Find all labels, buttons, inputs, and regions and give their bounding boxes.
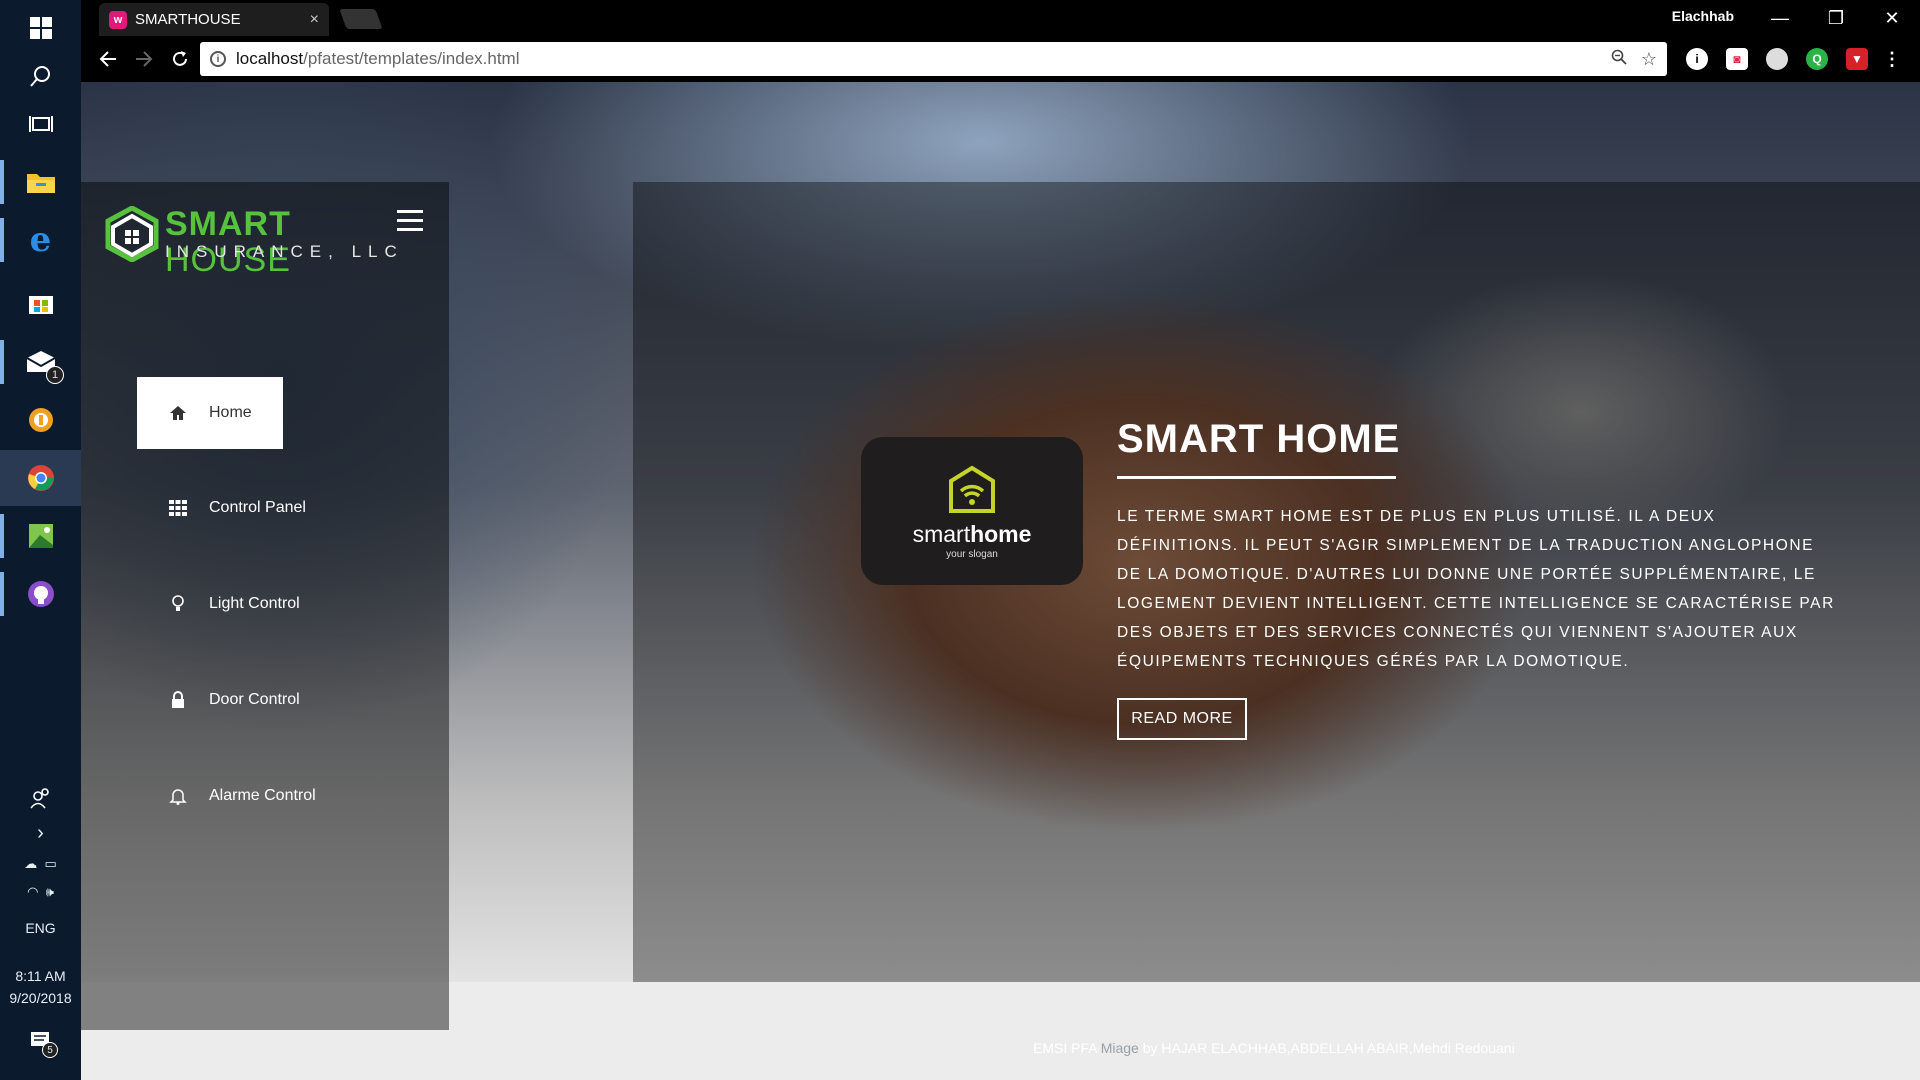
card-brand-smart: smart: [912, 521, 971, 547]
nav-label: Light Control: [209, 595, 300, 612]
extension-info-icon[interactable]: i: [1686, 48, 1708, 70]
wifi-icon[interactable]: ◠: [27, 884, 38, 899]
minimize-button[interactable]: —: [1752, 0, 1808, 36]
nav-item-home[interactable]: Home: [137, 377, 283, 449]
brave-browser-icon[interactable]: [0, 392, 81, 448]
close-window-button[interactable]: ✕: [1864, 0, 1920, 36]
shield-extension-icon[interactable]: ▼: [1846, 48, 1868, 70]
volume-icon[interactable]: 🕪: [46, 884, 54, 899]
grid-icon: [169, 499, 187, 517]
browser-titlebar: w SMARTHOUSE × Elachhab — ❐ ✕: [81, 0, 1920, 36]
profile-name[interactable]: Elachhab: [1672, 8, 1734, 24]
nav-item-control-panel[interactable]: Control Panel: [137, 472, 397, 544]
tab-title: SMARTHOUSE: [135, 11, 241, 28]
house-hex-icon: [105, 206, 159, 262]
mail-icon[interactable]: 1: [0, 334, 81, 390]
nav-label: Control Panel: [209, 499, 306, 516]
hero-title: SMART HOME: [1117, 417, 1401, 461]
clock-time[interactable]: 8:11 AM: [0, 968, 81, 984]
tab-favicon-icon: w: [109, 10, 127, 29]
smarthome-brand-card: smarthome your slogan: [861, 437, 1083, 585]
file-explorer-icon[interactable]: [0, 154, 81, 210]
nav-item-alarme-control[interactable]: Alarme Control: [137, 760, 397, 832]
footer-credits: EMSI PFA Miage by HAJAR ELACHHAB,ABDELLA…: [1033, 1040, 1515, 1056]
card-slogan: your slogan: [946, 549, 998, 560]
nav-label: Home: [209, 404, 252, 421]
search-extension-icon[interactable]: Q: [1806, 48, 1828, 70]
read-more-button[interactable]: READ MORE: [1117, 698, 1247, 740]
smart-house-logo[interactable]: SMART HOUSE INSURANCE, LLC: [105, 205, 425, 278]
wifi-house-icon: [949, 465, 995, 513]
tab-close-icon[interactable]: ×: [310, 11, 319, 29]
edge-browser-icon[interactable]: e: [0, 212, 81, 268]
nav-item-light-control[interactable]: Light Control: [137, 568, 397, 640]
browser-menu-icon[interactable]: ⋮: [1881, 48, 1903, 70]
nav-item-door-control[interactable]: Door Control: [137, 664, 397, 736]
nav-label: Alarme Control: [209, 787, 316, 804]
nav-label: Door Control: [209, 691, 300, 708]
battery-icon[interactable]: ▭: [44, 856, 56, 871]
task-view-icon[interactable]: [0, 96, 81, 152]
people-icon[interactable]: [0, 770, 81, 826]
browser-tab[interactable]: w SMARTHOUSE ×: [99, 3, 329, 36]
reload-button[interactable]: [165, 44, 195, 74]
photos-icon[interactable]: [0, 508, 81, 564]
input-language[interactable]: ENG: [0, 920, 81, 936]
action-center-icon[interactable]: 5: [0, 1030, 81, 1058]
github-desktop-icon[interactable]: [0, 566, 81, 622]
chat-extension-icon[interactable]: [1766, 48, 1788, 70]
url-host: localhost: [236, 49, 304, 68]
home-icon: [169, 404, 187, 422]
address-bar[interactable]: i localhost/pfatest/templates/index.html…: [200, 42, 1667, 76]
new-tab-button[interactable]: [339, 9, 383, 29]
store-icon[interactable]: [0, 274, 81, 330]
card-brand-home: home: [970, 521, 1032, 547]
zoom-icon[interactable]: [1611, 49, 1627, 70]
lightbulb-icon: [169, 595, 187, 613]
bookmark-star-icon[interactable]: ☆: [1641, 49, 1657, 70]
mail-badge: 1: [46, 366, 64, 384]
footer-org: EMSI PFA: [1033, 1040, 1097, 1056]
url-path: /pfatest/templates/index.html: [303, 49, 520, 68]
card-brand: smarthome: [861, 521, 1083, 548]
logo-smart-text: SMART: [165, 205, 291, 243]
footer-authors: by HAJAR ELACHHAB,ABDELLAH ABAIR,Mehdi R…: [1142, 1040, 1515, 1056]
bell-icon: [169, 787, 187, 805]
hamburger-menu-icon[interactable]: [397, 210, 423, 237]
notification-badge: 5: [42, 1042, 58, 1058]
web-page: SMART HOUSE INSURANCE, LLC Home Control …: [81, 82, 1920, 1080]
pocket-extension-icon[interactable]: ◙: [1726, 48, 1748, 70]
tray-expand-icon[interactable]: ›: [0, 822, 81, 845]
clock-date[interactable]: 9/20/2018: [0, 990, 81, 1006]
windows-taskbar: e 1 › ☁ ▭ ◠ 🕪 ENG 8:11 AM 9/20/2018 5: [0, 0, 81, 1080]
maximize-button[interactable]: ❐: [1808, 0, 1864, 36]
logo-tagline: INSURANCE, LLC: [165, 242, 404, 261]
chrome-icon[interactable]: [0, 450, 81, 506]
title-underline: [1117, 476, 1396, 479]
lock-icon: [169, 691, 187, 709]
footer-program: Miage: [1100, 1040, 1139, 1056]
tray-status-icons-2[interactable]: ◠ 🕪: [0, 884, 81, 900]
site-info-icon[interactable]: i: [210, 51, 226, 67]
tray-status-icons[interactable]: ☁ ▭: [0, 856, 81, 872]
hero-description: Le terme Smart Home est de plus en plus …: [1117, 508, 1835, 670]
browser-toolbar: i localhost/pfatest/templates/index.html…: [81, 36, 1920, 82]
back-button[interactable]: [93, 44, 123, 74]
onedrive-icon[interactable]: ☁: [24, 856, 37, 871]
sidebar: SMART HOUSE INSURANCE, LLC Home Control …: [81, 182, 449, 1030]
forward-button[interactable]: [129, 44, 159, 74]
